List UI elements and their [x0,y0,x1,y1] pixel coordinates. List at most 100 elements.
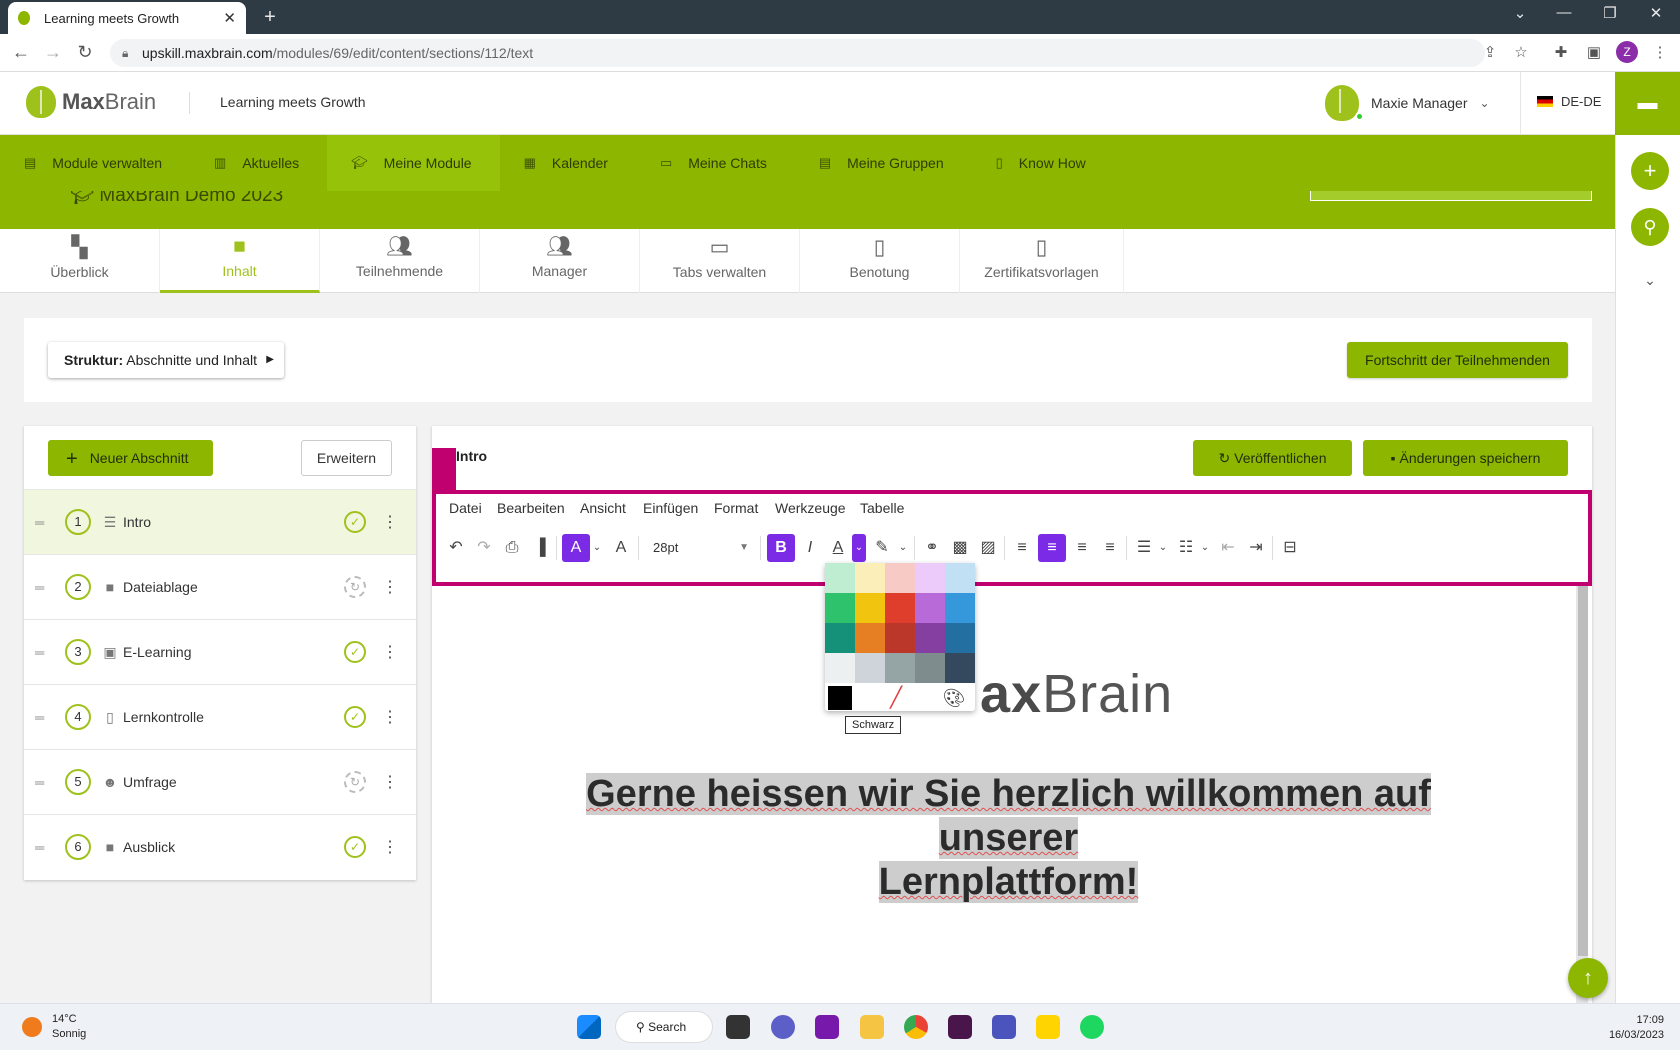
undo-icon[interactable]: ↶ [444,534,468,562]
color-swatch[interactable] [825,593,855,623]
align-center-icon[interactable]: ≡ [1038,534,1066,562]
page-break-icon[interactable]: ⊟ [1278,534,1302,562]
url-input[interactable]: 🔒︎ upskill.maxbrain.com/modules/69/edit/… [110,39,1485,67]
teams-icon[interactable] [992,1015,1016,1039]
color-swatch[interactable] [825,563,855,593]
file-explorer-icon[interactable] [860,1015,884,1039]
published-check-icon[interactable]: ✓ [344,511,366,533]
new-tab-button[interactable]: + [258,6,282,28]
redo-icon[interactable]: ↷ [472,534,496,562]
miro-icon[interactable] [1036,1015,1060,1039]
profile-avatar[interactable]: Z [1616,41,1638,63]
chat-icon[interactable] [771,1015,795,1039]
color-swatch[interactable] [915,623,945,653]
reload-icon[interactable]: ↻ [74,42,96,63]
published-check-icon[interactable]: ✓ [344,836,366,858]
highlight-dropdown-icon[interactable]: ⌄ [896,534,910,562]
add-icon[interactable]: + [1631,152,1669,190]
color-swatch[interactable] [885,623,915,653]
menu-einfuegen[interactable]: Einfügen [643,500,698,516]
task-view-icon[interactable] [726,1015,750,1039]
sync-pending-icon[interactable]: ↻ [344,771,366,793]
color-swatch[interactable] [885,593,915,623]
drag-handle-icon[interactable]: ═ [35,775,49,790]
custom-color-palette-icon[interactable]: 🎨︎ [942,686,966,710]
numbered-list-icon[interactable]: ☷ [1174,534,1198,562]
more-options-icon[interactable]: ⋮ [382,512,398,532]
drag-handle-icon[interactable]: ═ [35,710,49,725]
align-left-icon[interactable]: ≡ [1010,534,1034,562]
tab-inhalt[interactable]: ■ Inhalt [160,229,320,293]
spotify-icon[interactable] [1080,1015,1104,1039]
align-right-icon[interactable]: ≡ [1070,534,1094,562]
section-row[interactable]: ═ 4 ▯ Lernkontrolle ✓ ⋮ [24,684,416,749]
expand-button[interactable]: Erweitern [301,440,392,476]
sync-pending-icon[interactable]: ↻ [344,576,366,598]
link-icon[interactable]: ⚭ [920,534,944,562]
outdent-icon[interactable]: ⇤ [1216,534,1240,562]
color-swatch[interactable] [825,653,855,683]
align-justify-icon[interactable]: ≡ [1098,534,1122,562]
star-icon[interactable]: ☆ [1511,43,1531,61]
weather-widget[interactable]: 14°C Sonnig [22,1012,86,1042]
color-swatch[interactable] [825,623,855,653]
nav-meine-chats[interactable]: ▭ Meine Chats [636,135,795,191]
nav-meine-module[interactable]: 🎓︎ Meine Module [327,135,500,191]
more-options-icon[interactable]: ⋮ [382,642,398,662]
user-menu[interactable]: Maxie Manager ⌄ [1325,85,1490,121]
nav-module-verwalten[interactable]: ▤ Module verwalten [0,135,190,191]
indent-icon[interactable]: ⇥ [1244,534,1268,562]
drag-handle-icon[interactable]: ═ [35,515,49,530]
section-row[interactable]: ═ 5 ☻ Umfrage ↻ ⋮ [24,749,416,814]
drag-handle-icon[interactable]: ═ [35,645,49,660]
onenote-icon[interactable] [815,1015,839,1039]
chat-icon[interactable]: ▬ [1615,72,1680,135]
progress-button[interactable]: Fortschritt der Teilnehmenden [1347,342,1568,378]
published-check-icon[interactable]: ✓ [344,706,366,728]
color-swatch[interactable] [915,593,945,623]
color-swatch[interactable] [855,593,885,623]
welcome-heading[interactable]: Gerne heissen wir Sie herzlich willkomme… [515,772,1502,904]
menu-format[interactable]: Format [714,500,758,516]
section-row[interactable]: ═ 6 ■ Ausblick ✓ ⋮ [24,814,416,879]
taskbar-clock[interactable]: 17:09 16/03/2023 [1600,1013,1664,1043]
browser-tab[interactable]: Learning meets Growth ✕ [8,2,246,34]
nav-aktuelles[interactable]: ▥ Aktuelles [190,135,327,191]
restore-button[interactable]: ❐ [1590,4,1630,22]
color-swatch[interactable] [855,623,885,653]
search-icon[interactable]: ⚲ [1631,208,1669,246]
windows-start-icon[interactable] [577,1015,601,1039]
menu-datei[interactable]: Datei [449,500,482,516]
color-swatch[interactable] [945,653,975,683]
save-changes-button[interactable]: ▪ Änderungen speichern [1363,440,1568,476]
published-check-icon[interactable]: ✓ [344,641,366,663]
bullet-list-icon[interactable]: ☰ [1132,534,1156,562]
spellcheck-icon[interactable]: A [562,534,590,562]
text-color-dropdown-icon[interactable]: ⌄ [852,534,866,562]
chevron-down-icon[interactable]: ⌄ [1631,272,1669,289]
image-icon[interactable]: ▩ [948,534,972,562]
share-icon[interactable]: ⇪ [1480,43,1500,61]
more-options-icon[interactable]: ⋮ [382,837,398,857]
taskbar-search[interactable]: ⚲ Search [616,1012,712,1042]
color-swatch[interactable] [885,653,915,683]
tab-teilnehmende[interactable]: 👥︎ Teilnehmende [320,229,480,293]
highlight-color-icon[interactable]: ✎ [870,534,894,562]
bold-icon[interactable]: B [767,534,795,562]
new-section-button[interactable]: + Neuer Abschnitt [48,440,213,476]
tab-tabs-verwalten[interactable]: ▭ Tabs verwalten [640,229,800,293]
close-tab-icon[interactable]: ✕ [223,9,236,27]
section-row[interactable]: ═ 1 ☰ Intro ✓ ⋮ [24,489,416,554]
drag-handle-icon[interactable]: ═ [35,580,49,595]
print-icon[interactable]: ⎙ [500,534,524,562]
format-painter-icon[interactable]: ▐ [528,534,552,562]
slack-icon[interactable] [948,1015,972,1039]
remove-color-icon[interactable]: ╱ [884,686,908,710]
italic-icon[interactable]: I [798,534,822,562]
more-options-icon[interactable]: ⋮ [382,577,398,597]
section-row[interactable]: ═ 3 ▣ E-Learning ✓ ⋮ [24,619,416,684]
maxbrain-logo[interactable]: MaxBrain [26,86,156,118]
menu-werkzeuge[interactable]: Werkzeuge [775,500,846,516]
tab-zertifikatsvorlagen[interactable]: ▯ Zertifikatsvorlagen [960,229,1124,293]
module-search-field[interactable] [1310,191,1592,201]
